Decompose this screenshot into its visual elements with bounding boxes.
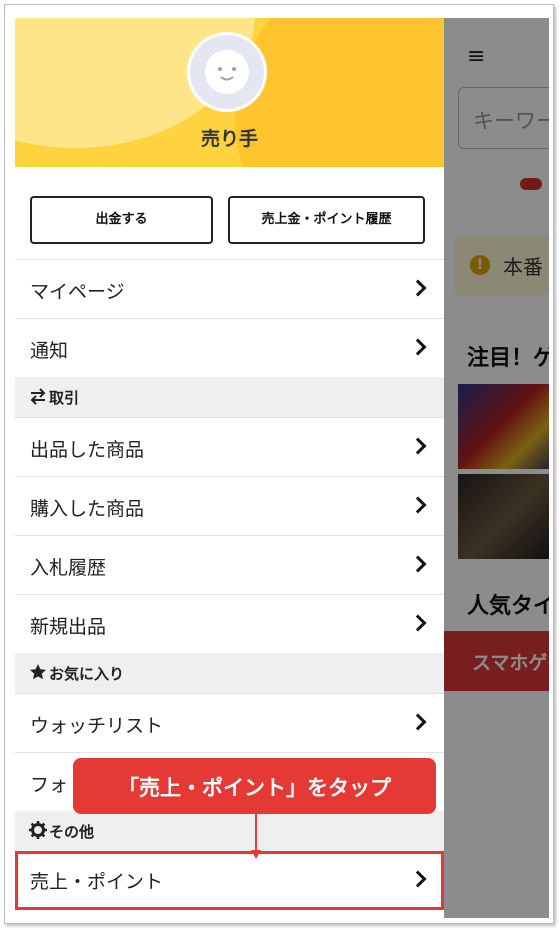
menu-item-label: 出品した商品: [30, 439, 145, 461]
star-icon: [30, 664, 46, 680]
chevron-right-icon: [409, 555, 427, 573]
menu-item-listed[interactable]: 出品した商品: [15, 417, 444, 476]
withdraw-button[interactable]: 出金する: [30, 196, 213, 244]
chevron-right-icon: [409, 614, 427, 632]
gear-icon: [29, 821, 47, 839]
menu-item-bids[interactable]: 入札履歴: [15, 535, 444, 594]
instruction-callout: 「売上・ポイント」をタップ: [73, 758, 436, 814]
sales-history-button[interactable]: 売上金・ポイント履歴: [228, 196, 425, 244]
section-header-favorites: お気に入り: [15, 653, 444, 693]
menu-item-new-listing[interactable]: 新規出品: [15, 594, 444, 653]
phone-screen: ≡ キーワー ! 本番 注目！ゲ 人気タイ スマホゲ 売り手 出金する 売上金・…: [15, 18, 549, 918]
menu-item-sales-points[interactable]: 売上・ポイント: [15, 851, 444, 910]
menu-item-mypage[interactable]: マイページ: [15, 259, 444, 318]
screenshot-frame: ≡ キーワー ! 本番 注目！ゲ 人気タイ スマホゲ 売り手 出金する 売上金・…: [4, 4, 554, 924]
menu-item-watchlist[interactable]: ウォッチリスト: [15, 693, 444, 752]
chevron-right-icon: [409, 870, 427, 888]
arrow-down-icon: [251, 850, 261, 859]
drawer-header: 売り手: [15, 18, 444, 167]
menu-item-label: フォ: [30, 774, 69, 796]
chevron-right-icon: [409, 496, 427, 514]
section-label: その他: [49, 823, 95, 841]
menu-item-label: マイページ: [30, 281, 125, 303]
face-icon: [205, 50, 249, 94]
section-header-other: その他: [15, 811, 444, 851]
section-label: お気に入り: [49, 665, 125, 683]
username: 売り手: [200, 128, 258, 150]
chevron-right-icon: [409, 279, 427, 297]
menu-item-purchased[interactable]: 購入した商品: [15, 476, 444, 535]
callout-text: 「売上・ポイント」をタップ: [118, 776, 391, 800]
chevron-right-icon: [409, 437, 427, 455]
chevron-right-icon: [409, 338, 427, 356]
menu-item-label: 通知: [30, 340, 69, 362]
menu-item-notifications[interactable]: 通知: [15, 318, 444, 377]
menu-item-label: 購入した商品: [30, 498, 145, 520]
menu-item-label: 新規出品: [30, 616, 107, 638]
avatar[interactable]: [187, 32, 267, 112]
section-header-trade: 取引: [15, 377, 444, 417]
section-label: 取引: [49, 389, 80, 407]
menu-item-label: 売上・ポイント: [30, 871, 164, 893]
chevron-right-icon: [409, 713, 427, 731]
callout-arrow: [255, 814, 257, 854]
menu-item-label: ウォッチリスト: [30, 715, 164, 737]
menu-item-label: 入札履歴: [30, 557, 107, 579]
swap-arrows-icon: [30, 388, 46, 405]
